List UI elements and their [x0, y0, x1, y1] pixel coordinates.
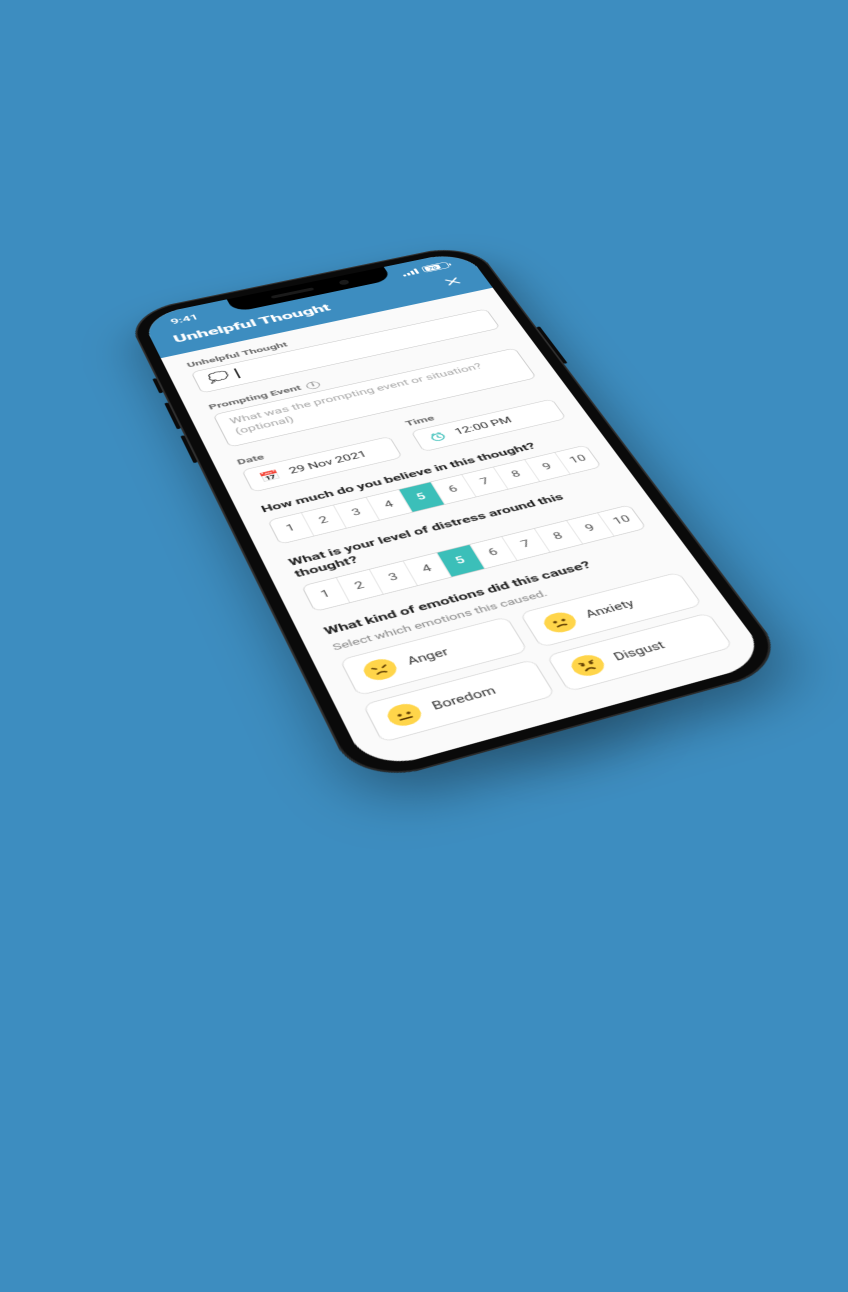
emotion-label: Anxiety	[583, 598, 636, 620]
time-value: 12:00 PM	[453, 416, 514, 437]
battery-level: 70	[424, 264, 441, 271]
date-value: 29 Nov 2021	[287, 449, 369, 475]
disgust-face-icon	[567, 652, 609, 679]
text-cursor	[234, 368, 241, 378]
anxiety-face-icon	[540, 610, 580, 635]
form-content: Unhelpful Thought 💭 Prompting Event i	[161, 288, 772, 773]
close-icon	[441, 275, 464, 287]
screen: 9:41 70 Unhelpful Thought	[140, 250, 771, 772]
info-icon[interactable]: i	[305, 380, 322, 390]
phone-frame: 9:41 70 Unhelpful Thought	[124, 242, 792, 787]
emotion-label: Disgust	[612, 640, 668, 664]
signal-icon	[401, 268, 420, 276]
anger-face-icon	[360, 656, 400, 683]
close-button[interactable]	[436, 273, 468, 290]
boredom-face-icon	[384, 701, 426, 729]
emotion-label: Anger	[405, 647, 450, 668]
calendar-icon: 📅	[257, 469, 282, 484]
thought-bubble-icon: 💭	[206, 371, 232, 384]
clock-icon	[426, 430, 449, 443]
emotion-label: Boredom	[430, 685, 498, 713]
